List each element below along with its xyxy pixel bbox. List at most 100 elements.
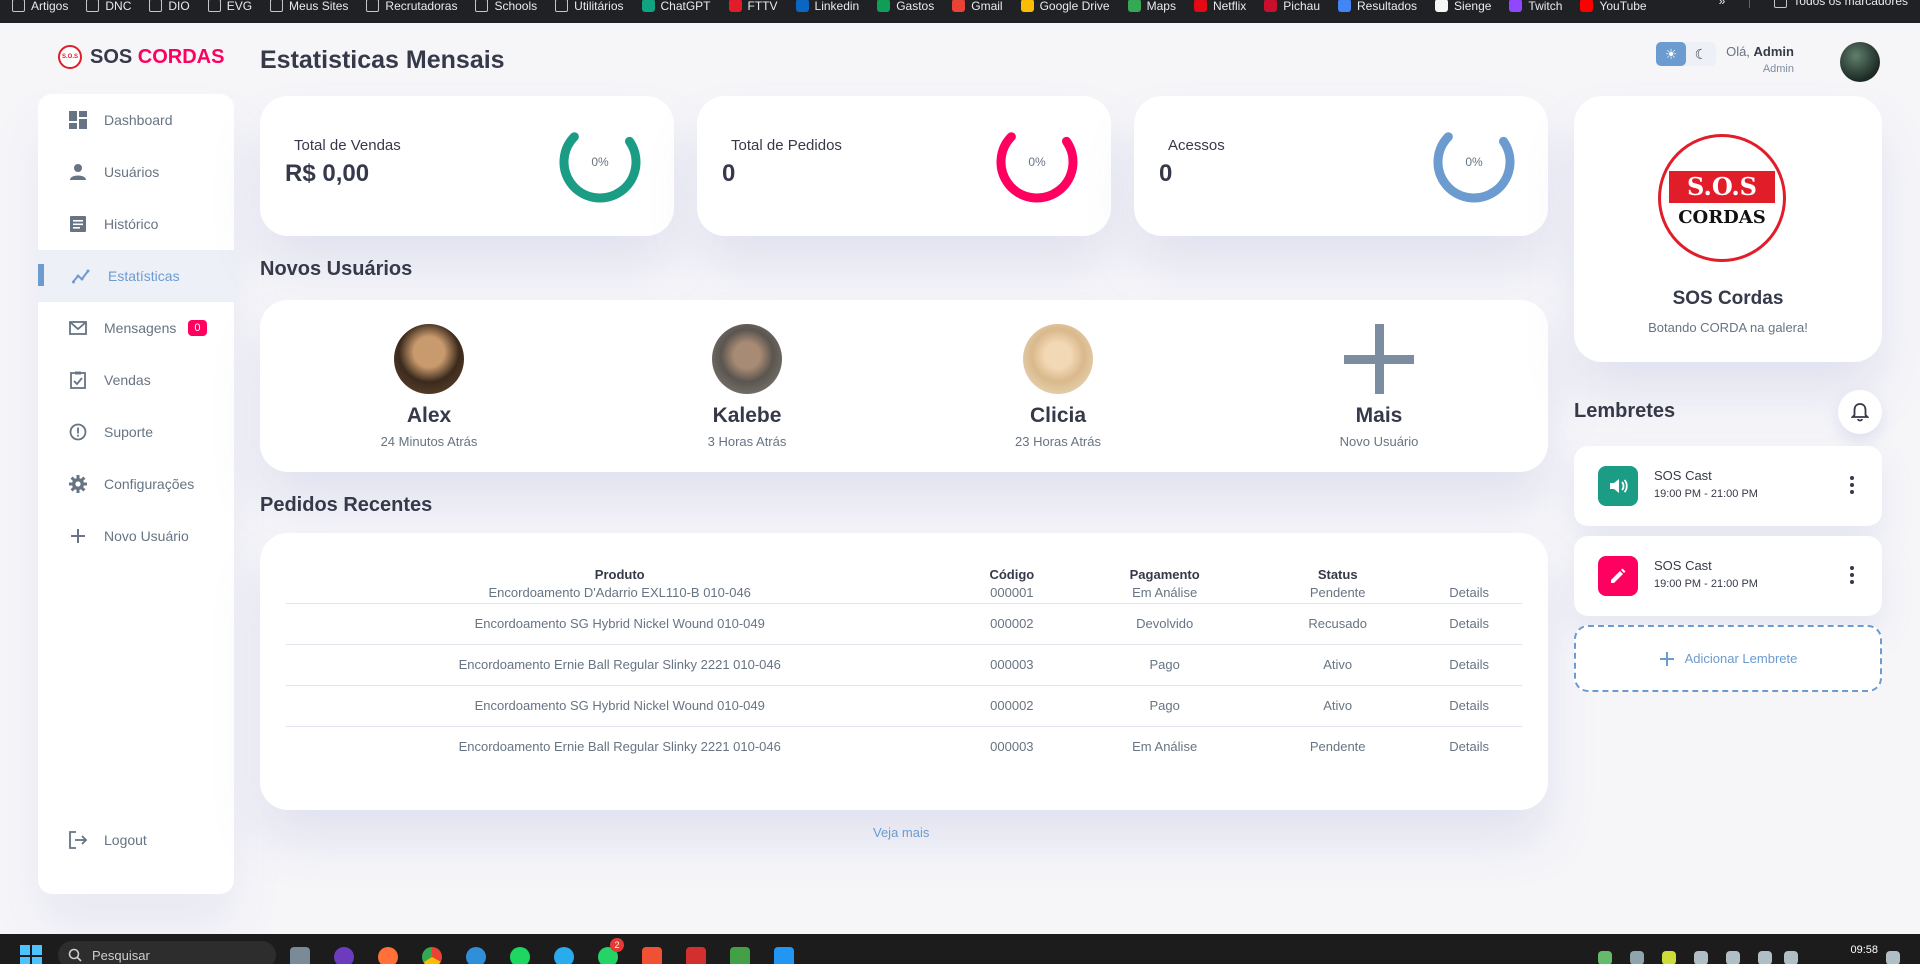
bookmark-chatgpt[interactable]: ChatGPT [641, 0, 711, 13]
details-link[interactable]: Details [1416, 585, 1522, 604]
column-header: Pagamento [1129, 566, 1200, 582]
details-link[interactable]: Details [1416, 685, 1522, 727]
more-bookmarks-button[interactable]: » [1719, 0, 1726, 8]
bookmark-pichau[interactable]: Pichau [1264, 0, 1320, 13]
bookmark-resultados[interactable]: Resultados [1338, 0, 1417, 13]
sidebar-item-usuarios[interactable]: Usuários [38, 146, 234, 198]
user-card[interactable]: Kalebe 3 Horas Atrás [657, 324, 837, 449]
sidebar-item-suporte[interactable]: Suporte [38, 406, 234, 458]
steam-icon[interactable] [1630, 951, 1644, 964]
logout-button[interactable]: Logout [38, 814, 234, 866]
table-row: Encordoamento Ernie Ball Regular Slinky … [286, 644, 1522, 686]
bookmark-dio[interactable]: DIO [149, 0, 190, 13]
all-bookmarks-button[interactable]: Todos os marcadores [1774, 0, 1908, 8]
pichau-icon [1264, 0, 1278, 12]
bookmark-twitch[interactable]: Twitch [1509, 0, 1562, 13]
new-users-card: Alex 24 Minutos Atrás Kalebe 3 Horas Atr… [260, 300, 1548, 472]
bookmark-google-drive[interactable]: Google Drive [1020, 0, 1110, 13]
sidebar-item-estatisticas[interactable]: Estatísticas [38, 250, 234, 302]
sidebar-item-configuracoes[interactable]: Configurações [38, 458, 234, 510]
sidebar-item-mensagens[interactable]: Mensagens 0 [38, 302, 234, 354]
sidebar-item-novo-usuario[interactable]: Novo Usuário [38, 510, 234, 562]
bookmark-youtube[interactable]: YouTube [1580, 0, 1647, 13]
bookmark-gmail[interactable]: Gmail [952, 0, 1003, 13]
sidebar-item-dashboard[interactable]: Dashboard [38, 94, 234, 146]
theme-toggle[interactable]: ☀ ☾ [1656, 42, 1716, 66]
firefox-icon[interactable] [378, 947, 398, 964]
bookmark-gastos[interactable]: Gastos [877, 0, 934, 13]
person-icon [68, 162, 88, 182]
app-icon[interactable] [730, 947, 750, 964]
git-icon[interactable] [642, 947, 662, 964]
logout-icon [68, 830, 88, 850]
chatgpt-icon [641, 0, 655, 12]
logo-seal-icon: S.O.S [58, 45, 82, 69]
notification-badge: 2 [610, 938, 624, 952]
folder-icon [12, 0, 25, 12]
brand-name: SOS Cordas [1672, 288, 1784, 309]
windows-start-icon[interactable] [20, 945, 42, 964]
light-mode-icon[interactable]: ☀ [1656, 42, 1686, 66]
bookmark-linkedin[interactable]: Linkedin [795, 0, 859, 13]
status-badge: Pendente [1259, 585, 1417, 604]
browser-icon[interactable] [466, 947, 486, 964]
stat-card-pedidos: Total de Pedidos 0 0% [697, 96, 1111, 236]
bookmark-sienge[interactable]: Sienge [1435, 0, 1491, 13]
details-link[interactable]: Details [1416, 644, 1522, 686]
bell-icon[interactable] [1886, 951, 1900, 964]
cloud-icon[interactable] [1726, 951, 1740, 964]
app-icon[interactable] [686, 947, 706, 964]
user-card[interactable]: Alex 24 Minutos Atrás [339, 324, 519, 449]
notifications-button[interactable] [1838, 390, 1882, 434]
spotify-icon[interactable] [510, 947, 530, 964]
taskbar-search[interactable]: Pesquisar [58, 941, 276, 964]
sidebar-item-vendas[interactable]: Vendas [38, 354, 234, 406]
fttv-icon [728, 0, 742, 12]
more-vert-icon[interactable] [1850, 476, 1854, 494]
bookmark-utilitarios[interactable]: Utilitários [555, 0, 624, 13]
message-count-badge: 0 [188, 320, 207, 336]
drive-icon [1020, 0, 1034, 12]
app-icon[interactable] [334, 947, 354, 964]
receipt-icon [68, 214, 88, 234]
vscode-icon[interactable] [774, 947, 794, 964]
dashboard-icon [68, 110, 88, 130]
table-row: Encordoamento SG Hybrid Nickel Wound 010… [286, 603, 1522, 645]
netflix-icon [1193, 0, 1207, 12]
bookmark-recrutadoras[interactable]: Recrutadoras [366, 0, 457, 13]
sidebar-item-historico[interactable]: Histórico [38, 198, 234, 250]
usb-icon[interactable] [1694, 951, 1708, 964]
app-logo[interactable]: S.O.S SOS CORDAS [58, 45, 224, 69]
volume-icon[interactable] [1784, 951, 1798, 964]
brand-tagline: Botando CORDA na galera! [1648, 320, 1808, 335]
avatar[interactable] [1840, 42, 1880, 82]
resultados-icon [1338, 0, 1351, 12]
reminders-title: Lembretes [1574, 400, 1676, 422]
more-vert-icon[interactable] [1850, 566, 1854, 584]
reminder-item[interactable]: SOS Cast 19:00 PM - 21:00 PM [1574, 446, 1882, 526]
calculator-icon[interactable] [290, 947, 310, 964]
network-icon[interactable] [1758, 951, 1772, 964]
bookmark-artigos[interactable]: Artigos [12, 0, 68, 13]
details-link[interactable]: Details [1416, 726, 1522, 767]
add-reminder-button[interactable]: Adicionar Lembrete [1574, 625, 1882, 692]
tray-icon[interactable] [1662, 951, 1676, 964]
dark-mode-icon[interactable]: ☾ [1686, 42, 1716, 66]
tray-icon[interactable] [1598, 951, 1612, 964]
reminder-item[interactable]: SOS Cast 19:00 PM - 21:00 PM [1574, 536, 1882, 616]
add-more-users[interactable]: Mais Novo Usuário [1289, 324, 1469, 449]
bookmark-schools[interactable]: Schools [475, 0, 537, 13]
bookmark-fttv[interactable]: FTTV [728, 0, 778, 13]
taskbar-clock[interactable]: 09:58 [1850, 944, 1878, 956]
bell-icon [1851, 403, 1869, 422]
bookmark-meus-sites[interactable]: Meus Sites [270, 0, 348, 13]
user-card[interactable]: Clicia 23 Horas Atrás [968, 324, 1148, 449]
bookmark-evg[interactable]: EVG [207, 0, 252, 13]
bookmark-maps[interactable]: Maps [1127, 0, 1176, 13]
see-more-link[interactable]: Veja mais [873, 825, 929, 840]
bookmark-netflix[interactable]: Netflix [1193, 0, 1246, 13]
chrome-icon[interactable] [422, 947, 442, 964]
bookmark-dnc[interactable]: DNC [86, 0, 131, 13]
details-link[interactable]: Details [1416, 603, 1522, 645]
telegram-icon[interactable] [554, 947, 574, 964]
